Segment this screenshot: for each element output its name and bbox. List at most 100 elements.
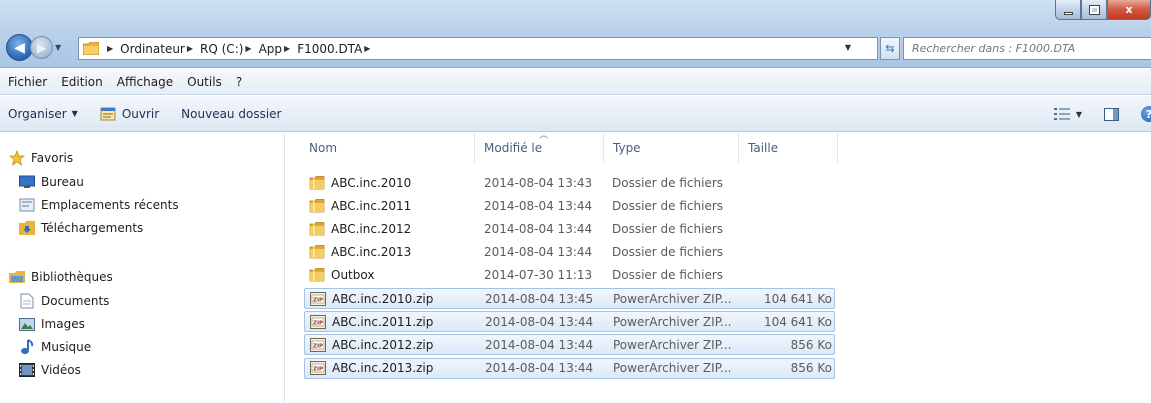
close-button[interactable]: x (1107, 0, 1151, 20)
file-modified-cell: 2014-08-04 13:44 (485, 337, 594, 352)
help-button[interactable]: ? (1141, 106, 1151, 122)
nav-item-recent-places[interactable]: Emplacements récents (19, 194, 179, 216)
file-size-cell: 104 641 Ko (763, 291, 832, 306)
file-type-cell: PowerArchiver ZIP... (613, 361, 732, 376)
chevron-right-icon[interactable]: ▶ (284, 44, 290, 53)
maximize-button[interactable] (1081, 0, 1107, 20)
file-modified-cell: 2014-08-04 13:44 (484, 245, 593, 260)
open-icon (100, 107, 116, 120)
change-view-button[interactable]: ▼ (1053, 108, 1082, 120)
recent-pages-dropdown[interactable]: ▼ (55, 43, 67, 52)
nav-item-documents[interactable]: Documents (19, 290, 109, 312)
menu-help[interactable]: ? (236, 75, 242, 89)
file-row[interactable]: ABC.inc.2010 2014-08-04 13:43 Dossier de f… (304, 172, 835, 193)
column-header-modified[interactable]: Modifié le (475, 133, 604, 163)
nav-item-music[interactable]: Musique (19, 336, 91, 358)
search-input[interactable] (904, 38, 1151, 59)
file-list: ^ Nom Modifié le Type Taille ABC.inc.201… (300, 133, 1151, 403)
zip-archive-icon: ZIP (310, 361, 326, 376)
file-name: ABC.inc.2011.zip (332, 314, 434, 329)
file-name-cell: ABC.inc.2013 (309, 242, 474, 263)
menu-file[interactable]: Fichier (8, 75, 47, 89)
organize-button[interactable]: Organiser ▼ (8, 107, 78, 121)
address-history-dropdown[interactable]: ▼ (845, 43, 851, 52)
chevron-right-icon[interactable]: ▶ (364, 44, 370, 53)
nav-item-desktop[interactable]: Bureau (19, 171, 84, 193)
file-row[interactable]: ABC.inc.2012 2014-08-04 13:44 Dossier de f… (304, 218, 835, 239)
file-name: ABC.inc.2011 (331, 198, 412, 213)
open-button[interactable]: Ouvrir (100, 107, 159, 121)
svg-text:ZIP: ZIP (313, 367, 323, 373)
nav-item-images[interactable]: Images (19, 313, 85, 335)
nav-item-downloads[interactable]: Téléchargements (19, 217, 143, 239)
file-name-cell: ZIP ABC.inc.2011.zip (310, 312, 475, 331)
file-name: ABC.inc.2012 (331, 221, 412, 236)
close-icon: x (1125, 3, 1133, 16)
back-arrow-icon: ◀ (14, 39, 25, 56)
file-size-cell: 104 641 Ko (763, 314, 832, 329)
file-name-cell: ZIP ABC.inc.2010.zip (310, 289, 475, 308)
breadcrumb-computer[interactable]: Ordinateur ▶ (120, 42, 200, 56)
breadcrumb-app[interactable]: App ▶ (259, 42, 298, 56)
folder-icon (309, 198, 325, 213)
address-bar[interactable]: ▶ Ordinateur ▶ RQ (C:) ▶ App ▶ F1000.DTA ▶ ▼ (78, 37, 878, 60)
file-name-cell: Outbox (309, 265, 474, 286)
file-name: ABC.inc.2010.zip (332, 291, 434, 306)
column-header-type[interactable]: Type (604, 133, 739, 163)
file-row[interactable]: ABC.inc.2013 2014-08-04 13:44 Dossier de f… (304, 242, 835, 263)
menu-edit[interactable]: Edition (61, 75, 103, 89)
file-type-cell: Dossier de fichiers (612, 175, 724, 190)
folder-icon (309, 221, 325, 236)
svg-text:ZIP: ZIP (313, 320, 323, 326)
file-modified-cell: 2014-08-04 13:44 (485, 361, 594, 376)
file-row[interactable]: Outbox 2014-07-30 11:13 Dossier de fichier… (304, 265, 835, 286)
file-type-cell: PowerArchiver ZIP... (613, 337, 732, 352)
zip-archive-icon: ZIP (310, 314, 326, 329)
navigation-buttons: ◀ ▶ ▼ (6, 34, 67, 61)
file-type-cell: Dossier de fichiers (612, 268, 724, 283)
forward-button[interactable]: ▶ (30, 36, 53, 59)
chevron-down-icon: ▼ (1075, 109, 1082, 119)
star-icon (9, 150, 25, 166)
refresh-button[interactable]: ⇆ (880, 37, 900, 60)
file-size-cell: 856 Ko (790, 361, 832, 376)
window-controls: x (1055, 0, 1151, 20)
file-name: ABC.inc.2013.zip (332, 361, 434, 376)
minimize-button[interactable] (1055, 0, 1081, 20)
nav-item-videos[interactable]: Vidéos (19, 359, 81, 381)
libraries-icon (9, 269, 25, 285)
file-size-cell: 856 Ko (790, 337, 832, 352)
file-type-cell: Dossier de fichiers (612, 198, 724, 213)
column-header-name[interactable]: Nom (300, 133, 475, 163)
menu-tools[interactable]: Outils (187, 75, 222, 89)
zip-archive-icon: ZIP (310, 337, 326, 352)
navigation-pane: Favoris Bureau Emplacements récents Télé… (0, 133, 285, 403)
file-name-cell: ZIP ABC.inc.2013.zip (310, 359, 475, 378)
breadcrumb-drive[interactable]: RQ (C:) ▶ (200, 42, 259, 56)
breadcrumb-current-folder[interactable]: F1000.DTA ▶ (297, 42, 377, 56)
back-button[interactable]: ◀ (6, 34, 33, 61)
file-row[interactable]: ZIP ABC.inc.2010.zip 2014-08-04 13:45 Power… (304, 288, 835, 309)
preview-pane-button[interactable] (1104, 107, 1119, 121)
column-header-size[interactable]: Taille (739, 133, 838, 163)
search-box[interactable] (903, 37, 1151, 60)
zip-archive-icon: ZIP (310, 291, 326, 306)
file-row[interactable]: ZIP ABC.inc.2013.zip 2014-08-04 13:44 Power… (304, 357, 835, 379)
chevron-right-icon[interactable]: ▶ (245, 44, 251, 53)
minimize-icon (1063, 11, 1073, 15)
file-row[interactable]: ZIP ABC.inc.2011.zip 2014-08-04 13:44 Power… (304, 311, 835, 333)
file-name: ABC.inc.2012.zip (332, 337, 434, 352)
help-icon: ? (1146, 108, 1151, 121)
chevron-right-icon[interactable]: ▶ (187, 44, 193, 53)
file-row[interactable]: ZIP ABC.inc.2012.zip 2014-08-04 13:44 Power… (304, 334, 835, 356)
new-folder-button[interactable]: Nouveau dossier (181, 107, 281, 121)
file-name: ABC.inc.2010 (331, 175, 412, 190)
file-row[interactable]: ABC.inc.2011 2014-08-04 13:44 Dossier de f… (304, 195, 835, 216)
maximize-icon (1089, 5, 1099, 14)
details-view-icon (1053, 108, 1070, 120)
nav-favorites[interactable]: Favoris (9, 147, 73, 169)
menu-view[interactable]: Affichage (117, 75, 173, 89)
nav-libraries[interactable]: Bibliothèques (9, 266, 113, 288)
chevron-down-icon: ▼ (71, 109, 78, 118)
breadcrumb-separator[interactable]: ▶ (105, 44, 120, 53)
